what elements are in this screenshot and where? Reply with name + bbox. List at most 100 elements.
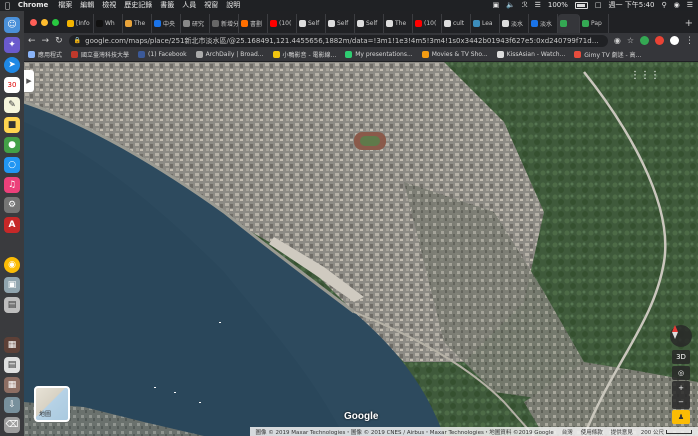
- safari-icon[interactable]: ➤: [4, 57, 20, 73]
- bookmark-item[interactable]: ArchDaily | Broad...: [195, 51, 264, 58]
- tab-label: 中央: [163, 21, 176, 28]
- menu-history[interactable]: 歷史記錄: [124, 0, 152, 11]
- tab-13[interactable]: cult: [442, 14, 471, 33]
- new-tab-button[interactable]: +: [680, 14, 698, 33]
- compass-icon[interactable]: [670, 325, 692, 347]
- menu-help[interactable]: 說明: [226, 0, 240, 11]
- tab-favicon-icon: [328, 20, 335, 27]
- menu-dots-icon[interactable]: ⋮: [685, 36, 694, 46]
- address-bar[interactable]: 🔒 google.com/maps/place/251新北市淡水區/@25.16…: [68, 34, 608, 47]
- clock[interactable]: 週一 下午5:40: [609, 0, 655, 11]
- file-thumbnail-icon[interactable]: ▤: [4, 357, 20, 373]
- apps-grid-icon[interactable]: ⋮⋮⋮: [630, 70, 660, 81]
- close-window-button[interactable]: [30, 18, 37, 26]
- map-view[interactable]: ▶ ⋮⋮⋮ 3D ◎ + − ♟ 地圖 Google 圖像 © 2019 Max…: [24, 62, 698, 436]
- bookmark-star-icon[interactable]: ☆: [627, 36, 634, 45]
- menu-bar:  Chrome 檔案 編輯 檢視 歷史記錄 書籤 人員 視窗 說明 ▣ 🔈 ℛ…: [0, 0, 698, 11]
- terms-link[interactable]: 使用條款: [581, 428, 603, 436]
- notes-icon[interactable]: ✎: [4, 97, 20, 113]
- bookmark-item[interactable]: My presentations...: [345, 51, 413, 58]
- menu-view[interactable]: 檢視: [102, 0, 116, 11]
- forward-icon[interactable]: →: [42, 36, 50, 46]
- tab-2[interactable]: The: [123, 14, 152, 33]
- bookmark-item[interactable]: (1) Facebook: [138, 51, 187, 58]
- tab-12[interactable]: (10(: [413, 14, 442, 33]
- bookmark-item[interactable]: Movies & TV Sho...: [421, 51, 488, 58]
- scale-control[interactable]: 200 公尺: [641, 428, 692, 436]
- bookmark-item[interactable]: 小鴨影音 - 電影線...: [272, 50, 336, 59]
- tab-11[interactable]: The: [384, 14, 413, 33]
- spotlight-icon[interactable]: ⚲: [661, 0, 666, 11]
- reload-icon[interactable]: ↻: [55, 36, 63, 46]
- profile-avatar[interactable]: [670, 36, 679, 45]
- messages-icon[interactable]: ○: [4, 157, 20, 173]
- extension-2-icon[interactable]: [655, 36, 664, 45]
- zoom-window-button[interactable]: [52, 18, 59, 26]
- my-location-icon[interactable]: ◎: [672, 366, 690, 380]
- app-menu-chrome[interactable]: Chrome: [18, 0, 48, 11]
- volume-icon[interactable]: 🔈: [506, 0, 515, 11]
- bluetooth-icon[interactable]: ℛ: [522, 0, 528, 11]
- photo-thumbnail-icon[interactable]: ▦: [4, 337, 20, 353]
- layers-toggle[interactable]: 地圖: [34, 386, 70, 422]
- chrome-icon[interactable]: ◉: [4, 257, 20, 273]
- music-icon[interactable]: ♫: [4, 177, 20, 193]
- line-icon[interactable]: ●: [4, 137, 20, 153]
- feedback-link[interactable]: 提供意見: [611, 428, 633, 436]
- zoom-out-button[interactable]: −: [672, 395, 690, 409]
- battery-icon[interactable]: [574, 2, 588, 9]
- tab-14[interactable]: Lea: [471, 14, 500, 33]
- downloads-icon[interactable]: ⇩: [4, 397, 20, 413]
- input-method-icon[interactable]: □: [595, 0, 602, 11]
- dropbox-icon[interactable]: ▣: [493, 0, 500, 11]
- collapse-panel-button[interactable]: ▶: [24, 70, 34, 92]
- menu-window[interactable]: 視窗: [204, 0, 218, 11]
- menu-bookmarks[interactable]: 書籤: [160, 0, 174, 11]
- zoom-in-button[interactable]: +: [672, 381, 690, 395]
- tab-9[interactable]: Self: [326, 14, 355, 33]
- launchpad-icon[interactable]: ✦: [4, 37, 20, 53]
- back-icon[interactable]: ←: [28, 36, 36, 46]
- tab-10[interactable]: Self: [355, 14, 384, 33]
- pegman-icon[interactable]: ♟: [672, 410, 690, 424]
- acrobat-icon[interactable]: A: [4, 217, 20, 233]
- system-preferences-icon[interactable]: ⚙: [4, 197, 20, 213]
- user-icon[interactable]: ◉: [674, 0, 680, 11]
- document-icon[interactable]: ▤: [4, 297, 20, 313]
- bookmark-item[interactable]: Gimy TV 劇迷 - 高...: [574, 50, 641, 59]
- stickies-icon[interactable]: ■: [4, 117, 20, 133]
- bookmark-item[interactable]: 應用程式: [28, 50, 62, 59]
- tab-7[interactable]: (10(: [268, 14, 297, 33]
- tab-18[interactable]: Pap: [580, 14, 609, 33]
- extension-icon[interactable]: [640, 36, 649, 45]
- wifi-icon[interactable]: ☰: [535, 0, 541, 11]
- tab-1[interactable]: Wh: [94, 14, 123, 33]
- tab-16[interactable]: 淡水: [529, 14, 558, 33]
- folder-thumbnail-icon[interactable]: ▦: [4, 377, 20, 393]
- menu-file[interactable]: 檔案: [58, 0, 72, 11]
- finder-icon[interactable]: ☺: [4, 17, 20, 33]
- lock-icon[interactable]: 🔒: [74, 37, 81, 44]
- tab-15[interactable]: 淡水: [500, 14, 529, 33]
- apple-icon[interactable]: : [5, 0, 10, 11]
- region-link[interactable]: 台灣: [562, 428, 573, 436]
- bookmark-item[interactable]: KissAsian - Watch...: [496, 51, 565, 58]
- menu-edit[interactable]: 編輯: [80, 0, 94, 11]
- notification-center-icon[interactable]: ☰: [687, 0, 693, 11]
- preview-icon[interactable]: ▣: [4, 277, 20, 293]
- calendar-icon[interactable]: 30: [4, 77, 20, 93]
- bookmark-item[interactable]: 國立臺灣科技大學: [71, 50, 129, 59]
- 3d-toggle-button[interactable]: 3D: [672, 350, 690, 364]
- tab-5[interactable]: 新增分頁: [210, 14, 239, 33]
- location-icon[interactable]: ◉: [614, 36, 621, 45]
- menu-people[interactable]: 人員: [182, 0, 196, 11]
- tab-6[interactable]: 書劃: [239, 14, 268, 33]
- bookmarks-bar: 應用程式 國立臺灣科技大學 (1) Facebook ArchDaily | Broa…: [24, 48, 698, 62]
- trash-icon[interactable]: ⌫: [4, 417, 20, 433]
- minimize-window-button[interactable]: [41, 18, 48, 26]
- tab-8[interactable]: Self: [297, 14, 326, 33]
- tab-17[interactable]: [558, 14, 580, 33]
- tab-3[interactable]: 中央: [152, 14, 181, 33]
- tab-4[interactable]: 研究: [181, 14, 210, 33]
- tab-0[interactable]: [Info: [65, 14, 94, 33]
